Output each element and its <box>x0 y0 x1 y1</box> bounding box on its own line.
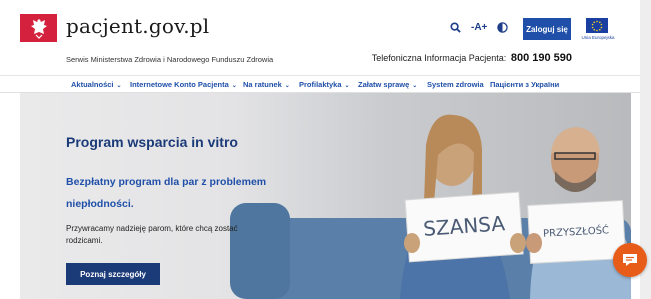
nav-item-na-ratunek[interactable]: Na ratunek ⌄ <box>243 80 290 89</box>
chevron-down-icon: ⌄ <box>284 83 290 89</box>
eu-label: Unia Europejska <box>581 35 615 40</box>
page: pacjent.gov.pl Serwis Ministerstwa Zdrow… <box>0 0 651 299</box>
hotline: Telefoniczna Informacja Pacjenta: 800 19… <box>372 52 572 64</box>
hero-description: Przywracamy nadzieję parom, które chcą z… <box>66 224 238 245</box>
eu-badge: Unia Europejska <box>578 18 618 42</box>
font-size-toggle[interactable]: -A+ <box>471 22 487 33</box>
chevron-down-icon: ⌄ <box>344 83 350 89</box>
chevron-down-icon: ⌄ <box>116 83 122 89</box>
contrast-icon[interactable] <box>497 22 509 33</box>
eu-flag-icon <box>586 18 608 33</box>
details-button[interactable]: Poznaj szczegóły <box>66 263 160 285</box>
hero-banner: SZANSA PRZYSZŁOŚĆ Program wsparcia in vi… <box>20 93 631 299</box>
nav-item-label: Załatw sprawę <box>358 80 410 89</box>
nav-item-ukraine[interactable]: Пацієнти з України <box>490 80 559 89</box>
site-logo-text[interactable]: pacjent.gov.pl <box>66 14 209 38</box>
chevron-down-icon: ⌄ <box>412 83 418 89</box>
nav-item-label: Пацієнти з України <box>490 80 560 89</box>
header-tools: -A+ <box>450 22 509 33</box>
hotline-label: Telefoniczna Informacja Pacjenta: <box>371 53 507 63</box>
hotline-number[interactable]: 800 190 590 <box>511 52 572 64</box>
hero-subtitle: Bezpłatny program dla par z problemem ni… <box>66 176 267 210</box>
nav-item-label: Profilaktyka <box>299 80 342 89</box>
nav-item-profilaktyka[interactable]: Profilaktyka ⌄ <box>299 80 350 89</box>
nav-item-ikp[interactable]: Internetowe Konto Pacjenta ⌄ <box>130 80 237 89</box>
nav-item-label: Internetowe Konto Pacjenta <box>130 80 229 89</box>
chat-button[interactable] <box>613 243 647 277</box>
nav-item-label: System zdrowia <box>427 80 484 89</box>
eagle-emblem-icon[interactable] <box>20 14 57 42</box>
nav-item-zalatw-sprawe[interactable]: Załatw sprawę ⌄ <box>358 80 417 89</box>
site-subtitle: Serwis Ministerstwa Zdrowia i Narodowego… <box>66 55 274 64</box>
nav-item-aktualnosci[interactable]: Aktualności ⌄ <box>71 80 122 89</box>
chevron-down-icon: ⌄ <box>231 83 237 89</box>
nav-item-label: Aktualności <box>71 80 114 89</box>
nav-item-system-zdrowia[interactable]: System zdrowia <box>427 80 484 89</box>
hero-title: Program wsparcia in vitro <box>66 134 238 150</box>
header: pacjent.gov.pl Serwis Ministerstwa Zdrow… <box>0 0 651 75</box>
search-icon[interactable] <box>450 22 461 33</box>
chat-icon <box>623 254 637 266</box>
main-nav: Aktualności ⌄ Internetowe Konto Pacjenta ⌄… <box>0 75 651 93</box>
nav-item-label: Na ratunek <box>243 80 282 89</box>
login-button[interactable]: Zaloguj się <box>523 18 571 40</box>
